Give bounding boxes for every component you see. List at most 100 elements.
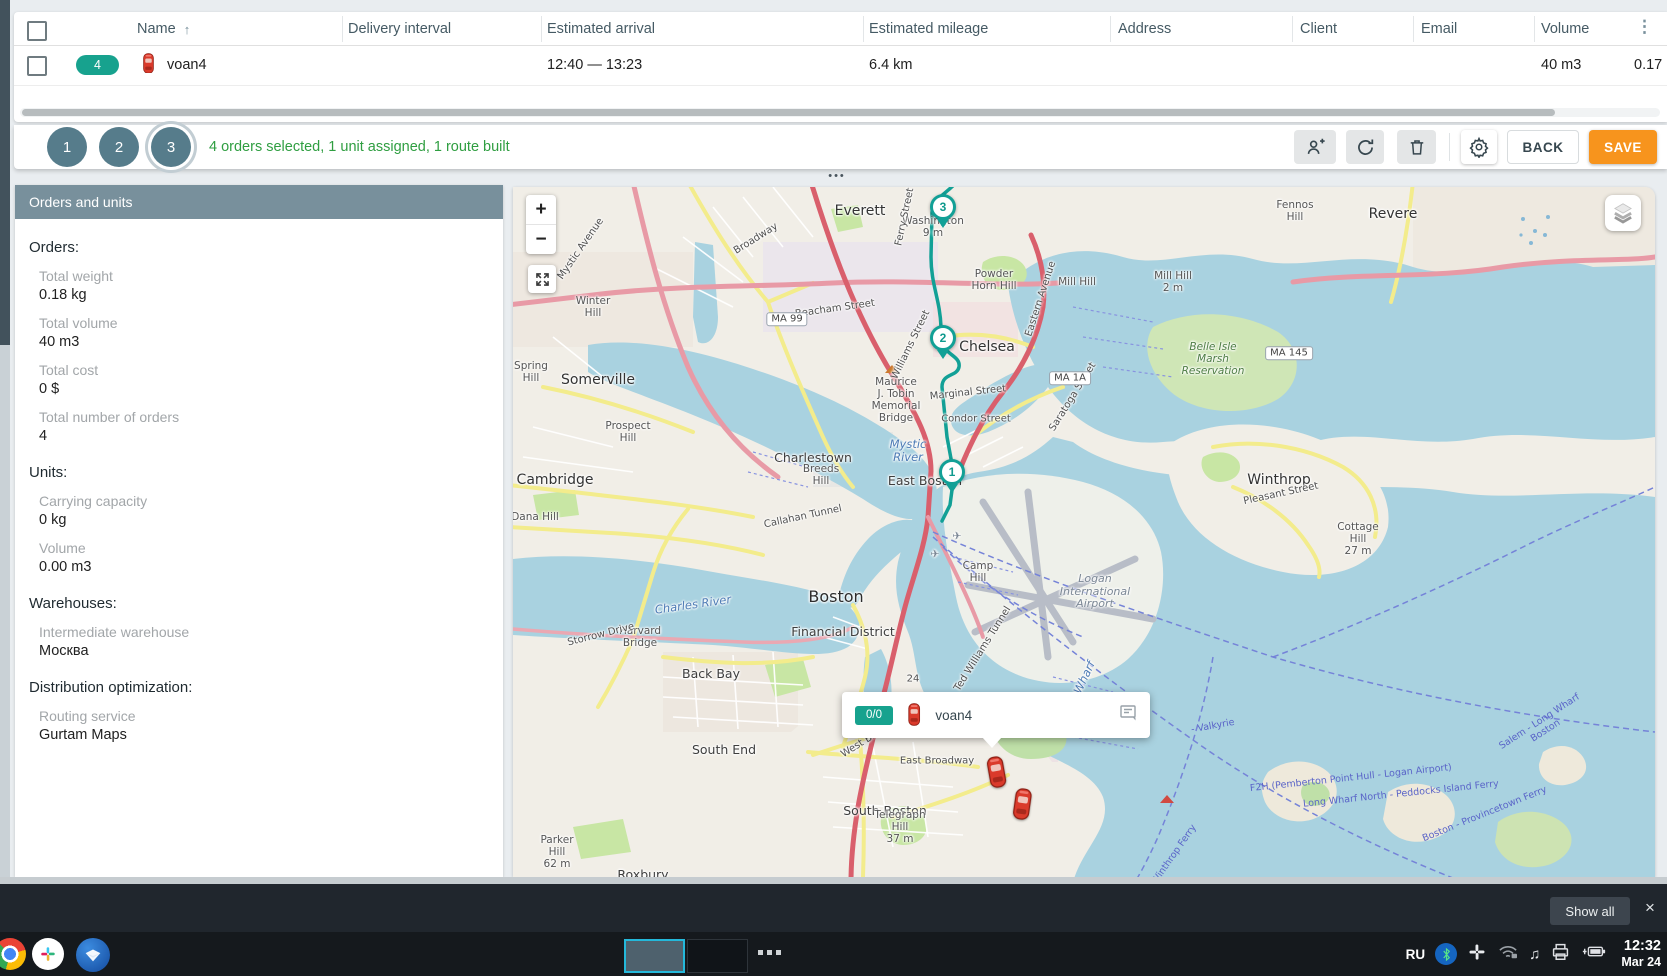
field-value: Gurtam Maps [39,727,503,743]
field-total-cost: Total cost 0 $ [39,362,503,397]
fullscreen-button[interactable] [528,265,556,293]
column-header-email[interactable]: Email [1421,13,1457,45]
window-preview[interactable] [687,939,748,973]
column-header-client[interactable]: Client [1300,13,1337,45]
wifi-lock-icon[interactable] [1497,943,1519,966]
column-header-volume[interactable]: Volume [1541,13,1589,45]
step-2[interactable]: 2 [99,127,139,167]
step-1[interactable]: 1 [47,127,87,167]
map-markers-layer: 3 2 1 [513,187,1655,877]
toolbar-divider [1449,133,1450,161]
field-routing-service: Routing service Gurtam Maps [39,708,503,743]
section-heading-warehouses: Warehouses: [29,595,503,612]
field-label: Total weight [39,268,503,284]
unit-car-icon [142,53,155,78]
popup-car-icon [907,703,921,726]
thunderbird-icon[interactable] [76,938,110,972]
field-total-orders: Total number of orders 4 [39,409,503,444]
audio-icon[interactable]: ♫ [1529,946,1540,963]
panel-drag-handle[interactable]: ••• [822,170,852,182]
show-all-button[interactable]: Show all [1550,897,1630,925]
panel-title: Orders and units [15,185,503,219]
column-divider [1413,16,1414,42]
close-icon[interactable]: × [1640,897,1660,919]
route-stop-marker[interactable]: 1 [939,459,965,485]
save-button[interactable]: SAVE [1589,130,1657,164]
slack-icon[interactable] [32,938,64,970]
field-label: Carrying capacity [39,493,503,509]
select-all-checkbox[interactable] [27,21,47,41]
zoom-out-button[interactable]: − [526,224,556,254]
comment-icon[interactable] [1120,705,1138,726]
layers-icon [1610,200,1636,226]
notification-bar: Show all × [0,884,1667,932]
sort-asc-icon[interactable]: ↑ [184,22,191,37]
marker-pointer [946,484,958,493]
column-divider [1292,16,1293,42]
table-menu-icon[interactable]: ⋮ [1636,17,1653,37]
car-icon [907,703,921,726]
column-header-delivery-interval[interactable]: Delivery interval [348,13,451,45]
bluetooth-icon[interactable] [1435,943,1457,965]
table-header-row: Name ↑ Delivery interval Estimated arriv… [14,13,1667,46]
table-row[interactable]: 4 voan4 12:40 — 13:23 6.4 km 40 m3 0.17 [14,45,1667,86]
summary-panel: Orders and units Orders: Total weight 0.… [15,185,503,877]
column-header-estimated-arrival[interactable]: Estimated arrival [547,13,655,45]
column-label: Delivery interval [348,21,451,37]
route-stop-marker[interactable]: 3 [930,194,956,220]
cell-name: voan4 [167,45,207,85]
route-stop-marker[interactable]: 2 [930,325,956,351]
unit-popup[interactable]: 0/0 voan4 [842,692,1150,738]
printer-icon[interactable] [1550,942,1571,966]
settings-button[interactable] [1461,130,1497,164]
back-button[interactable]: BACK [1507,130,1579,164]
column-header-name[interactable]: Name ↑ [137,13,190,45]
map-layers-button[interactable] [1605,195,1641,231]
rebuild-route-button[interactable] [1346,130,1384,164]
section-heading-units: Units: [29,464,503,481]
column-label: Address [1118,21,1171,37]
trash-icon [1407,137,1427,157]
left-edge-panel [0,0,10,345]
field-label: Routing service [39,708,503,724]
column-divider [541,16,542,42]
marker-number: 3 [940,200,947,214]
cell-volume: 40 m3 [1541,45,1581,85]
units-table: Name ↑ Delivery interval Estimated arriv… [14,12,1667,122]
popup-pointer [982,737,1002,748]
language-indicator[interactable]: RU [1406,947,1426,962]
assign-unit-button[interactable] [1294,130,1336,164]
window-preview-active[interactable] [624,939,685,973]
battery-icon[interactable] [1581,944,1607,964]
window-bottom-edge [0,877,1667,884]
horizontal-scrollbar[interactable] [20,108,1660,117]
step-3[interactable]: 3 [151,127,191,167]
orders-progress-badge: 0/0 [855,706,893,725]
cell-estimated-arrival: 12:40 — 13:23 [547,45,642,85]
status-text: 4 orders selected, 1 unit assigned, 1 ro… [209,125,510,169]
column-label: Client [1300,21,1337,37]
wizard-stepbar: 1 2 3 4 orders selected, 1 unit assigned… [14,125,1667,169]
marker-number: 2 [940,331,947,345]
field-value: 40 m3 [39,334,503,350]
column-header-address[interactable]: Address [1118,13,1171,45]
marker-pointer [937,350,949,359]
row-checkbox[interactable] [27,56,47,76]
taskbar-overflow-dots[interactable] [758,950,781,955]
field-total-weight: Total weight 0.18 kg [39,268,503,303]
taskbar: RU [0,932,1667,976]
column-label: Estimated mileage [869,21,988,37]
scrollbar-thumb[interactable] [22,109,1555,116]
delete-button[interactable] [1397,130,1436,164]
refresh-icon [1355,137,1376,158]
zoom-in-button[interactable]: + [526,195,556,224]
map-view[interactable]: EverettRevereFennos HillChelseaSomervill… [513,187,1655,877]
column-header-estimated-mileage[interactable]: Estimated mileage [869,13,988,45]
cell-estimated-mileage: 6.4 km [869,45,913,85]
clock[interactable]: 12:32 Mar 24 [1621,938,1661,969]
field-value: 0.18 kg [39,287,503,303]
column-divider [1534,16,1535,42]
field-label: Total volume [39,315,503,331]
slack-tray-icon[interactable] [1467,942,1487,967]
chrome-icon[interactable] [0,938,26,970]
